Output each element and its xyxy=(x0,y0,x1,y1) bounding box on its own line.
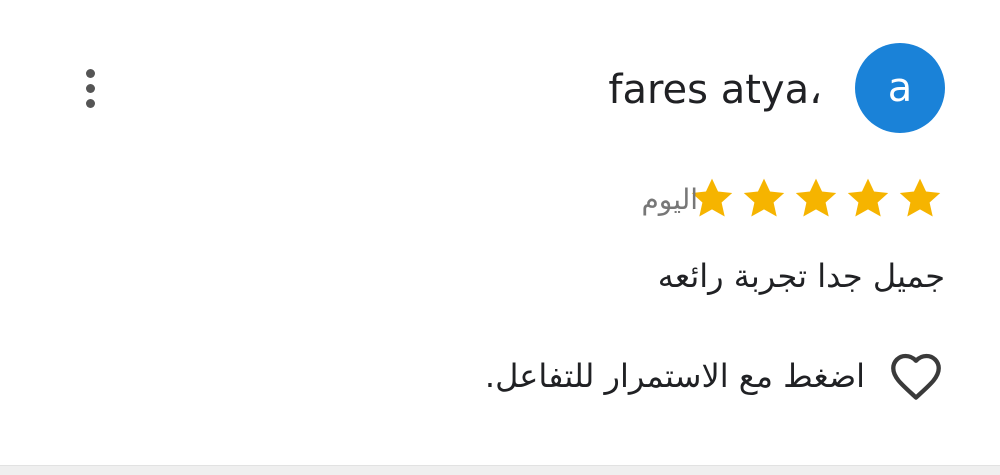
star-icon xyxy=(795,178,837,217)
review-date: اليوم xyxy=(641,183,698,216)
reaction-hint: اضغط مع الاستمرار للتفاعل. xyxy=(484,357,865,395)
menu-dot xyxy=(85,98,95,108)
menu-dot xyxy=(85,68,95,78)
avatar-letter: a xyxy=(887,65,913,111)
star-icon xyxy=(899,178,941,217)
more-options-icon[interactable] xyxy=(76,64,104,112)
author-name[interactable]: fares atya، xyxy=(608,62,822,118)
reaction-row[interactable]: اضغط مع الاستمرار للتفاعل. xyxy=(485,346,945,406)
review-card: a fares atya، اليوم جميل جدا تجربة رائعه… xyxy=(0,0,1000,465)
avatar[interactable]: a xyxy=(855,43,945,133)
review-text: جميل جدا تجربة رائعه xyxy=(657,257,945,295)
heart-icon[interactable] xyxy=(887,351,945,401)
star-rating xyxy=(687,174,945,226)
section-divider xyxy=(0,465,1000,475)
menu-dot xyxy=(85,83,95,93)
star-icon xyxy=(743,178,785,217)
star-icon xyxy=(847,178,889,217)
